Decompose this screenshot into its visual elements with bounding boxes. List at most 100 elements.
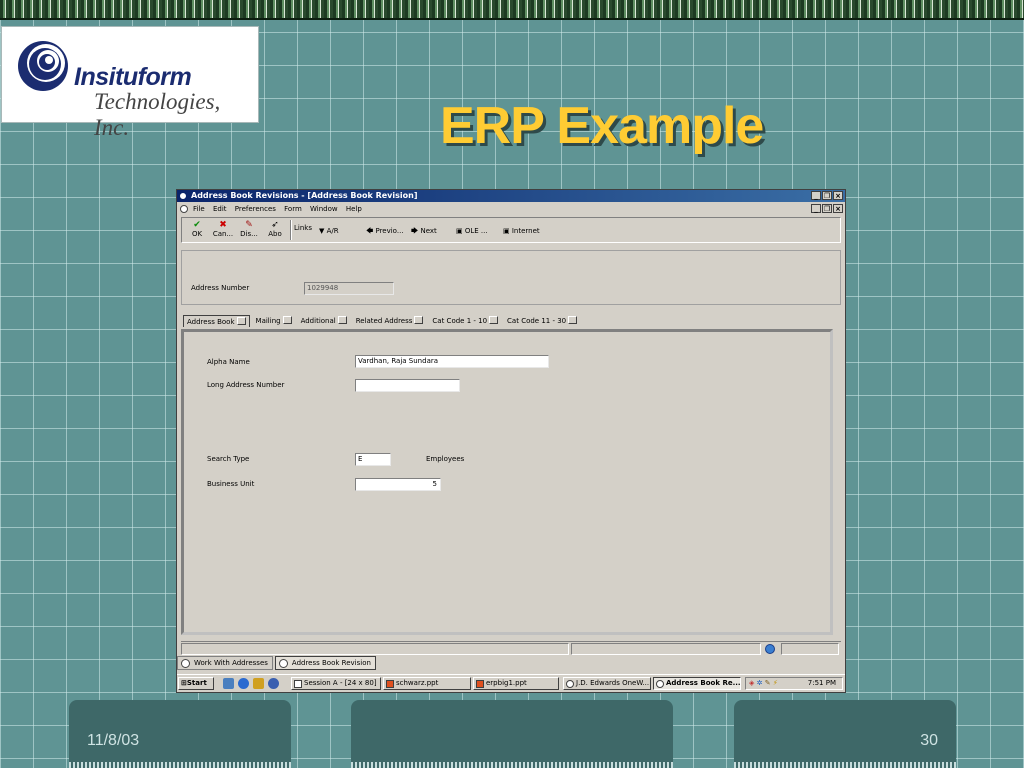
globe-icon [765, 644, 775, 654]
ar-link[interactable]: ▼ A/R [319, 227, 339, 235]
task-label: J.D. Edwards OneW... [576, 679, 650, 687]
business-unit-label: Business Unit [207, 480, 255, 488]
dropdown-arrow-icon: ▼ [319, 227, 325, 235]
tab-indicator-icon [337, 316, 347, 324]
internet-label: Internet [511, 227, 540, 235]
powerpoint-icon [386, 680, 394, 688]
header-panel: Address Number 1029948 [181, 250, 841, 305]
form-tabs: Address Book Mailing Additional Related … [183, 315, 583, 327]
desktop-icon[interactable] [223, 678, 234, 689]
ole-button[interactable]: ▣ OLE ... [456, 227, 488, 235]
start-button[interactable]: ⊞Start [178, 677, 214, 690]
task-address-book[interactable]: Address Book Re... [653, 677, 741, 690]
task-label: erpbig1.ppt [486, 679, 527, 687]
footer-date: 11/8/03 [87, 732, 140, 749]
window-tab-work-with-addresses[interactable]: Work With Addresses [177, 656, 273, 670]
ok-button[interactable]: ✔ OK [186, 220, 208, 238]
tray-pen-icon[interactable]: ✎ [765, 679, 771, 687]
task-label: schwarz.ppt [396, 679, 439, 687]
tab-cat-code-1-10[interactable]: Cat Code 1 - 10 [429, 315, 501, 327]
task-erpbig1-ppt[interactable]: erpbig1.ppt [473, 677, 559, 690]
menu-form[interactable]: Form [284, 205, 302, 213]
tab-indicator-icon [489, 316, 499, 324]
task-label: Session A - [24 x 80] [304, 679, 377, 687]
menu-file[interactable]: File [193, 205, 205, 213]
tab-additional[interactable]: Additional [298, 315, 350, 327]
tab-indicator-icon [282, 316, 292, 324]
address-book-panel: Alpha Name Vardhan, Raja Sundara Long Ad… [181, 329, 833, 635]
tray-network-icon[interactable]: ◈ [749, 679, 754, 687]
display-button[interactable]: ✎ Dis... [238, 220, 260, 238]
menu-window[interactable]: Window [310, 205, 338, 213]
page-number: 30 [920, 732, 938, 749]
business-unit-field[interactable]: 5 [355, 478, 441, 491]
search-type-field[interactable]: E [355, 453, 391, 466]
address-number-label: Address Number [191, 284, 250, 292]
cancel-button[interactable]: ✖ Can... [212, 220, 234, 238]
window-titlebar: Address Book Revisions - [Address Book R… [177, 190, 845, 202]
document-icon: ▣ [456, 227, 463, 235]
ok-label: OK [191, 230, 203, 238]
tray-volume-icon[interactable]: ✲ [757, 679, 763, 687]
checkmark-icon: ✔ [193, 220, 201, 230]
alpha-name-label: Alpha Name [207, 358, 250, 366]
window-tab-address-book-revision[interactable]: Address Book Revision [274, 656, 376, 670]
restore-button[interactable]: ❐ [822, 191, 832, 200]
address-number-field[interactable]: 1029948 [304, 282, 394, 295]
child-minimize-button[interactable]: _ [811, 204, 821, 213]
ar-label: A/R [326, 227, 339, 235]
next-label: Next [420, 227, 437, 235]
outlook-icon[interactable] [253, 678, 264, 689]
internet-explorer-icon[interactable] [238, 678, 249, 689]
tab-cat-code-11-30[interactable]: Cat Code 11 - 30 [504, 315, 580, 327]
powerpoint-icon [476, 680, 484, 688]
media-icon[interactable] [268, 678, 279, 689]
tab-related-address[interactable]: Related Address [353, 315, 427, 327]
window-icon [181, 659, 190, 668]
toolbar: ✔ OK ✖ Can... ✎ Dis... ➶ Abo Links ▼ A/R… [181, 217, 841, 243]
logo-name: Insituform [74, 63, 192, 91]
window-tab-label: Address Book Revision [291, 659, 371, 667]
start-label: Start [186, 679, 207, 687]
tab-label: Related Address [355, 317, 413, 325]
menu-help[interactable]: Help [346, 205, 362, 213]
app-window: Address Book Revisions - [Address Book R… [176, 189, 846, 693]
logo-subtitle: Technologies, Inc. [94, 89, 221, 140]
ole-label: OLE ... [464, 227, 488, 235]
arrow-right-icon: 🡆 [411, 227, 419, 235]
close-button[interactable]: × [833, 191, 843, 200]
system-tray: ◈ ✲ ✎ ⚡ 7:51 PM [745, 677, 843, 690]
clock: 7:51 PM [807, 679, 836, 687]
terminal-icon [294, 680, 302, 688]
about-button[interactable]: ➶ Abo [264, 220, 286, 238]
tray-lightning-icon[interactable]: ⚡ [773, 679, 778, 687]
task-schwarz-ppt[interactable]: schwarz.ppt [383, 677, 471, 690]
status-cell-main [181, 643, 569, 655]
top-decorative-strip [0, 0, 1024, 20]
arrow-left-icon: 🡄 [366, 227, 374, 235]
previous-button[interactable]: 🡄 Previo... [366, 227, 404, 238]
document-icon [180, 205, 188, 213]
task-session-a[interactable]: Session A - [24 x 80] [291, 677, 381, 690]
tab-indicator-icon [414, 316, 424, 324]
window-icon [278, 659, 288, 668]
alpha-name-field[interactable]: Vardhan, Raja Sundara [355, 355, 549, 368]
minimize-button[interactable]: _ [811, 191, 821, 200]
tab-address-book[interactable]: Address Book [183, 315, 250, 327]
search-type-label: Search Type [207, 455, 250, 463]
about-label: Abo [268, 230, 282, 238]
next-button[interactable]: 🡆 Next [411, 227, 437, 238]
child-restore-button[interactable]: ❐ [822, 204, 832, 213]
task-jd-edwards[interactable]: J.D. Edwards OneW... [563, 677, 651, 690]
menu-edit[interactable]: Edit [213, 205, 227, 213]
long-address-number-field[interactable] [355, 379, 460, 392]
window-tab-label: Work With Addresses [194, 659, 268, 667]
app-icon [179, 192, 187, 200]
menu-preferences[interactable]: Preferences [235, 205, 276, 213]
footer-date-box: 11/8/03 [69, 700, 291, 768]
status-bar [181, 641, 841, 655]
internet-button[interactable]: ▣ Internet [503, 227, 540, 235]
child-close-button[interactable]: × [833, 204, 843, 213]
tab-mailing[interactable]: Mailing [253, 315, 295, 327]
tab-label: Cat Code 1 - 10 [432, 317, 488, 325]
